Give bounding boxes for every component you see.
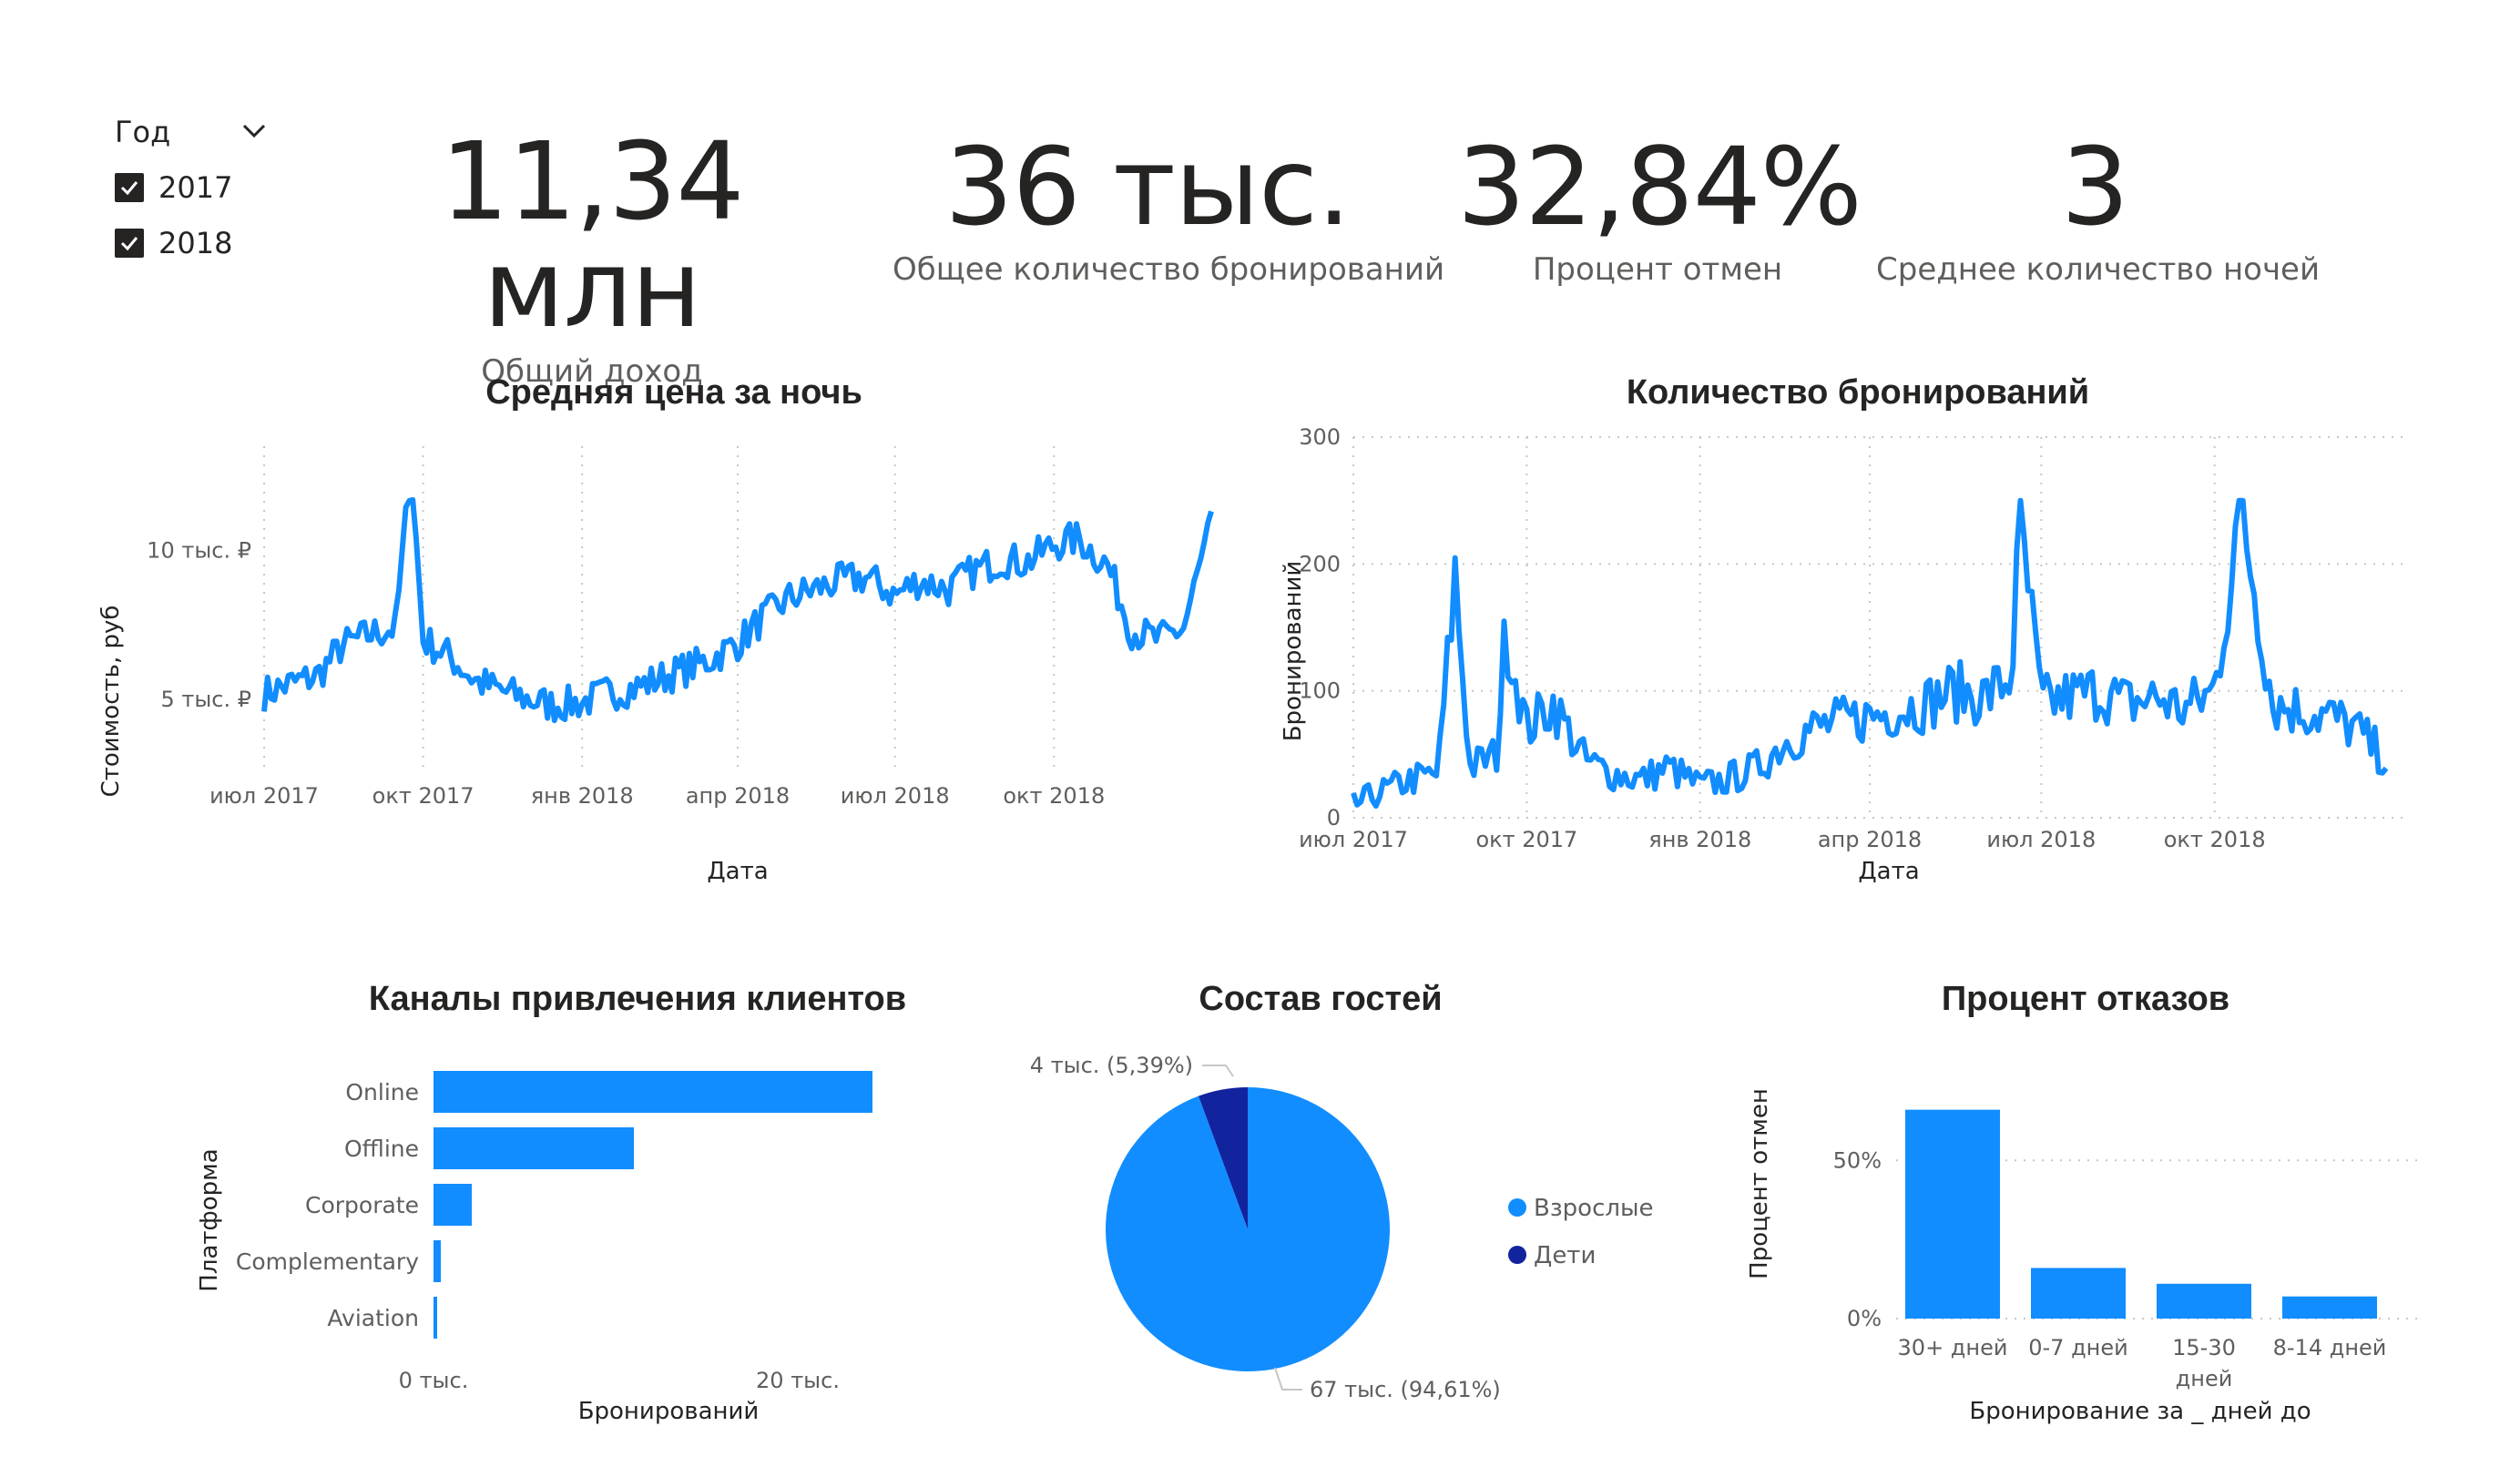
category-label: 8-14 дней xyxy=(2273,1335,2387,1360)
y-axis-label: Стоимость, руб xyxy=(97,606,125,798)
kpi-card-bookings: 36 тыс. Общее количество бронирований xyxy=(893,124,1445,288)
bar-aviation xyxy=(434,1297,437,1339)
data-label: 67 тыс. (94,61%) xyxy=(1310,1377,1501,1402)
chevron-down-icon[interactable] xyxy=(240,120,268,140)
kpi-value: 3 xyxy=(2060,124,2129,250)
leader-line xyxy=(1202,1065,1234,1077)
kpi-card-revenue: 11,34 млн Общий доход xyxy=(346,127,838,390)
category-label: Offline xyxy=(344,1136,419,1162)
y-tick-label: 5 тыс. ₽ xyxy=(160,687,251,712)
x-tick-label: янв 2018 xyxy=(531,783,634,809)
legend-marker xyxy=(1508,1198,1526,1217)
legend-label: Взрослые xyxy=(1534,1195,1654,1222)
kpi-value: 11,34 млн xyxy=(440,118,745,352)
category-label: 15-30 xyxy=(2172,1335,2236,1360)
y-axis-label: Процент отмен xyxy=(1746,1088,1773,1279)
x-tick-label: июл 2017 xyxy=(209,783,319,809)
bar-0 xyxy=(1905,1109,2000,1319)
slicer-item-label: 2017 xyxy=(158,170,233,205)
bar-corporate xyxy=(434,1184,472,1226)
leader-line xyxy=(1274,1367,1302,1391)
x-tick-label: июл 2018 xyxy=(1986,827,2096,852)
x-tick-label: окт 2018 xyxy=(2164,827,2266,852)
bar-online xyxy=(434,1071,872,1113)
kpi-card-cancel-rate: 32,84% Процент отмен xyxy=(1457,124,1862,288)
y-axis-label: Бронирований xyxy=(1280,561,1307,742)
x-tick-label: апр 2018 xyxy=(1818,827,1922,852)
slicer-item-2018[interactable]: 2018 xyxy=(115,226,232,260)
data-label: 4 тыс. (5,39%) xyxy=(1030,1053,1193,1078)
chart-title-channels: Каналы привлечения клиентов xyxy=(368,980,907,1018)
chart-title-cancellations: Процент отказов xyxy=(1941,980,2230,1018)
x-tick-label: июл 2018 xyxy=(841,783,950,809)
kpi-value: 36 тыс. xyxy=(944,124,1352,250)
bar-1 xyxy=(2031,1268,2126,1319)
x-axis-label: Дата xyxy=(707,858,768,885)
bar-offline xyxy=(434,1127,634,1169)
y-tick-label: 50% xyxy=(1833,1147,1882,1173)
y-tick-label: 300 xyxy=(1299,424,1341,450)
bar-2 xyxy=(2157,1283,2251,1319)
kpi-label: Среднее количество ночей xyxy=(1876,251,2321,288)
kpi-value: 32,84% xyxy=(1457,124,1862,250)
bar-3 xyxy=(2282,1296,2377,1319)
x-tick-label: июл 2017 xyxy=(1299,827,1408,852)
pie-slice-adults xyxy=(1106,1087,1390,1371)
channels-bar-chart: Online Offline Corporate Complementary Aviat… xyxy=(196,1071,872,1425)
category-label: 0-7 дней xyxy=(2028,1335,2127,1360)
x-axis-label: Дата xyxy=(1858,858,1919,885)
chart-title-price: Средняя цена за ночь xyxy=(485,373,862,412)
legend-label: Дети xyxy=(1534,1242,1596,1269)
bookings-line-chart: июл 2017 окт 2017 янв 2018 апр 2018 июл 2018… xyxy=(1280,424,2404,885)
x-tick-label: янв 2018 xyxy=(1648,827,1751,852)
chart-title-bookings: Количество бронирований xyxy=(1626,373,2090,412)
legend-marker xyxy=(1508,1246,1526,1264)
x-tick-label: 0 тыс. xyxy=(399,1368,469,1393)
checkbox-checked-icon[interactable] xyxy=(115,229,144,258)
category-label: Online xyxy=(345,1079,419,1105)
chart-title-guests: Состав гостей xyxy=(1199,980,1443,1018)
category-label: дней xyxy=(2176,1366,2233,1391)
category-label: 30+ дней xyxy=(1898,1335,2008,1360)
category-label: Corporate xyxy=(305,1192,419,1218)
kpi-label: Процент отмен xyxy=(1532,251,1783,288)
y-tick-label: 0% xyxy=(1847,1306,1882,1331)
category-label: Complementary xyxy=(236,1248,419,1275)
x-tick-label: 20 тыс. xyxy=(756,1368,840,1393)
kpi-label: Общее количество бронирований xyxy=(893,251,1445,288)
x-axis-label: Бронирование за _ дней до xyxy=(1969,1398,2311,1425)
x-tick-label: окт 2017 xyxy=(1475,827,1577,852)
x-tick-label: окт 2018 xyxy=(1003,783,1105,809)
cancellation-bar-chart: 0% 50% 30+ дней 0-7 дней 15-30 дней 8-14 дней… xyxy=(1746,1088,2423,1425)
year-slicer-title: Год xyxy=(115,115,171,149)
checkbox-checked-icon[interactable] xyxy=(115,173,144,202)
x-axis-label: Бронирований xyxy=(578,1398,760,1425)
slicer-item-2017[interactable]: 2017 xyxy=(115,170,232,205)
kpi-card-avg-nights: 3 Среднее количество ночей xyxy=(1876,124,2321,288)
guests-pie-chart: 4 тыс. (5,39%) 67 тыс. (94,61%) Взрослые Д… xyxy=(1030,1053,1654,1402)
y-tick-label: 0 xyxy=(1327,805,1341,830)
y-axis-label: Платформа xyxy=(196,1148,223,1291)
x-tick-label: окт 2017 xyxy=(372,783,474,809)
price-line-chart: июл 2017 окт 2017 янв 2018 апр 2018 июл 2018… xyxy=(97,446,1214,885)
y-tick-label: 10 тыс. ₽ xyxy=(147,538,251,564)
bar-complementary xyxy=(434,1240,441,1282)
x-tick-label: апр 2018 xyxy=(686,783,790,809)
slicer-item-label: 2018 xyxy=(158,226,233,260)
category-label: Aviation xyxy=(327,1305,419,1331)
